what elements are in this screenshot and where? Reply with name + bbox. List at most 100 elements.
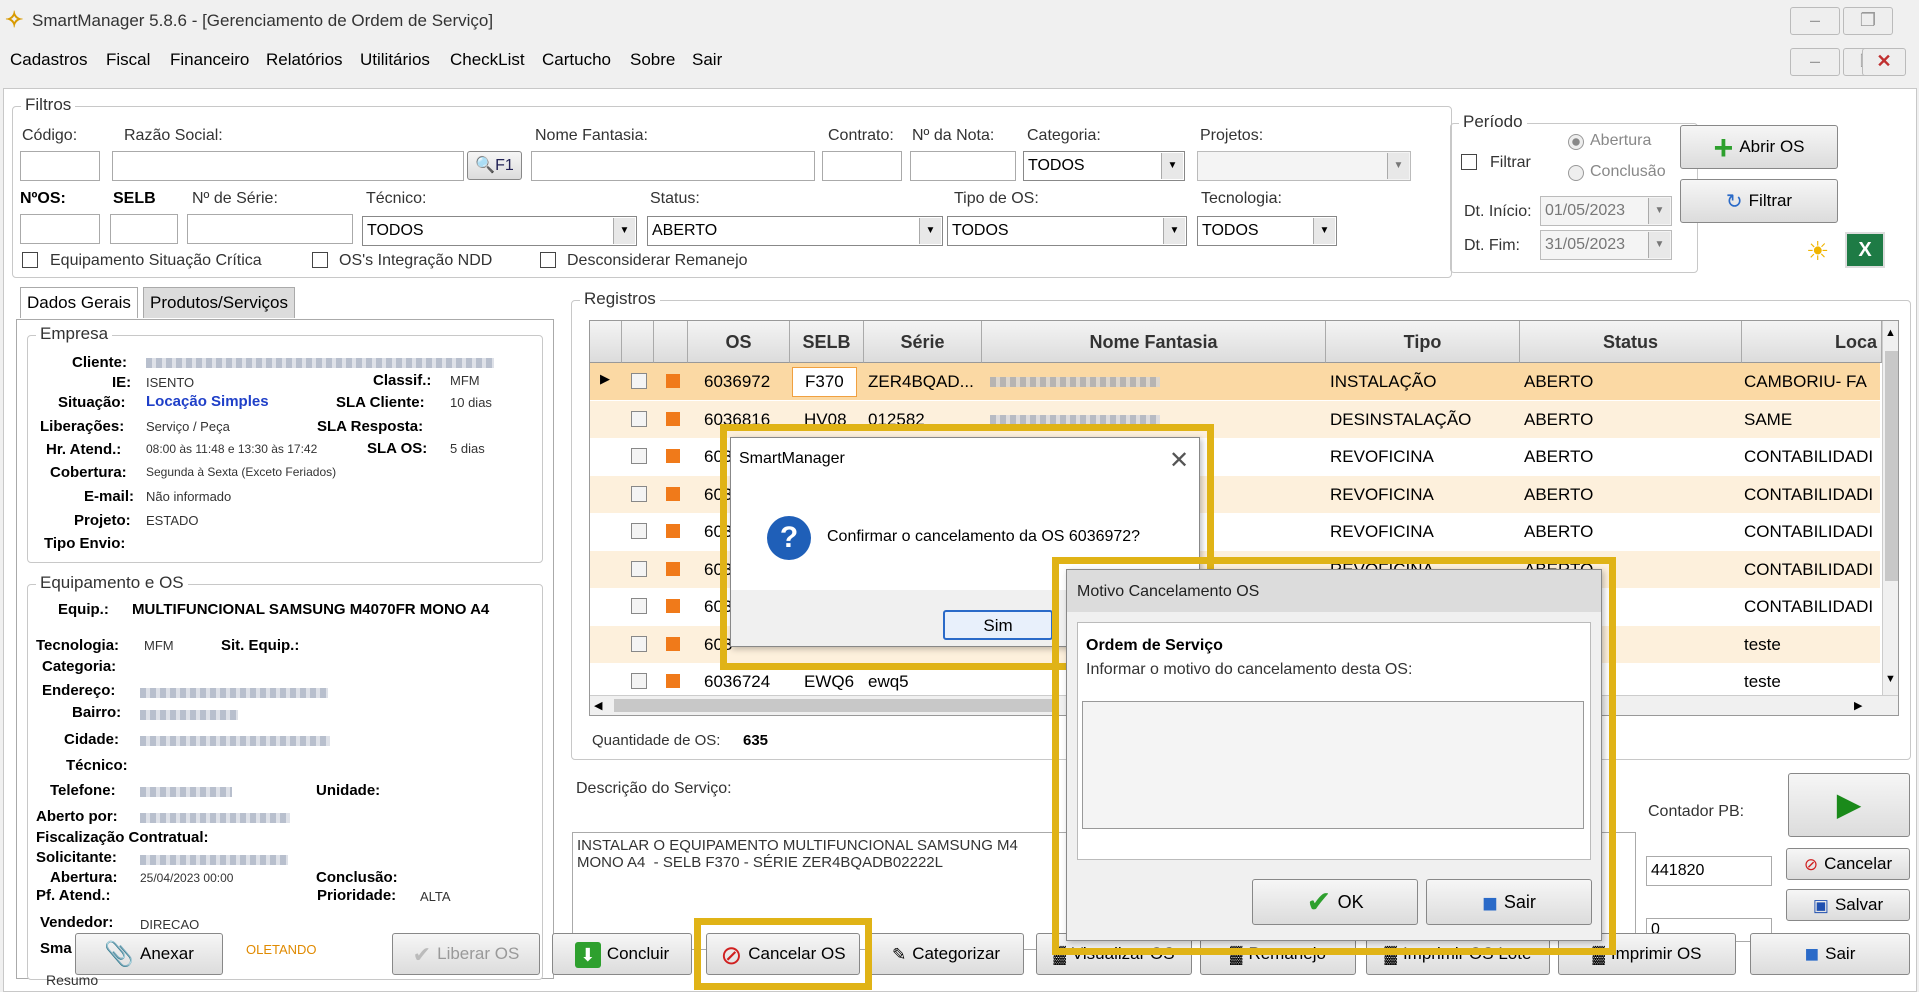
menu-sair[interactable]: Sair [692, 50, 722, 70]
bairro-value-redacted [140, 710, 238, 720]
tab-produtos-servicos[interactable]: Produtos/Serviços [143, 287, 295, 318]
excel-export-icon[interactable]: X [1845, 232, 1885, 268]
dt-fim-picker[interactable]: 31/05/2023 ▼ [1540, 230, 1672, 260]
codigo-input[interactable] [20, 151, 100, 181]
remanejo-checkbox[interactable] [540, 252, 556, 268]
row-checkbox[interactable] [631, 448, 647, 464]
window-title: SmartManager 5.8.6 - [Gerenciamento de O… [32, 11, 494, 30]
sair-button[interactable]: ■ Sair [1750, 933, 1910, 975]
contador-pb-input[interactable]: 441820 [1646, 856, 1772, 886]
row-checkbox[interactable] [631, 598, 647, 614]
grid-cell-tipo: REVOFICINA [1330, 484, 1434, 504]
grid-header-nome-fantasia[interactable]: Nome Fantasia [982, 321, 1326, 363]
conclusao-radio[interactable] [1568, 165, 1584, 181]
tipo-os-select[interactable]: TODOS ▼ [947, 216, 1187, 246]
filtrar-button[interactable]: ↻ Filtrar [1680, 179, 1838, 223]
nota-input[interactable] [910, 151, 1016, 181]
menu-cartucho[interactable]: Cartucho [542, 50, 611, 70]
selb-input[interactable] [110, 214, 178, 244]
categorizar-button[interactable]: ✎ Categorizar [868, 933, 1024, 975]
situacao-value: Locação Simples [146, 393, 269, 410]
periodo-filtrar-checkbox[interactable] [1461, 154, 1477, 170]
dt-inicio-picker[interactable]: 01/05/2023 ▼ [1540, 196, 1672, 226]
minimize-icon[interactable]: – [1790, 7, 1840, 35]
scroll-right-icon[interactable]: ▶ [1854, 699, 1862, 712]
sair-label: Sair [1825, 944, 1856, 963]
row-status-marker [666, 636, 680, 651]
abertura-radio[interactable] [1568, 134, 1584, 150]
anexar-button[interactable]: 📎 Anexar [75, 933, 223, 975]
razao-social-input[interactable] [112, 151, 464, 181]
row-checkbox[interactable] [631, 523, 647, 539]
menu-relatorios[interactable]: Relatórios [266, 50, 343, 70]
row-checkbox[interactable] [631, 673, 647, 689]
scroll-down-icon[interactable]: ▼ [1885, 673, 1897, 685]
table-row[interactable]: ▶ 6036972 F370 ZER4BQAD... INSTALAÇÃO ABERTO C… [590, 363, 1880, 400]
status-label: Status: [650, 190, 700, 207]
grid-header-status[interactable]: Status [1520, 321, 1742, 363]
exit-door-icon: ■ [1804, 940, 1820, 968]
side-salvar-button[interactable]: ▣ Salvar [1786, 889, 1910, 921]
vertical-scrollbar[interactable]: ▲ ▼ [1882, 321, 1898, 695]
row-checkbox[interactable] [631, 410, 647, 427]
ndd-checkbox[interactable] [312, 252, 328, 268]
row-checkbox[interactable] [631, 485, 647, 502]
row-checkbox[interactable] [631, 635, 647, 652]
grid-cell-local: CONTABILIDADI [1744, 522, 1874, 541]
menu-sobre[interactable]: Sobre [630, 50, 675, 70]
play-button[interactable]: ▶ [1788, 773, 1910, 837]
grid-header-serie[interactable]: Série [864, 321, 982, 363]
grid-header-tipo[interactable]: Tipo [1326, 321, 1520, 363]
liberar-os-button[interactable]: ✔ Liberar OS [392, 933, 540, 975]
grid-cell-serie: ewq5 [868, 672, 909, 691]
row-status-marker [666, 524, 680, 538]
scroll-left-icon[interactable]: ◀ [594, 699, 602, 712]
ie-value: ISENTO [146, 375, 195, 390]
tipo-os-label: Tipo de OS: [954, 190, 1039, 207]
menu-cadastros[interactable]: Cadastros [10, 50, 87, 70]
tipo-os-value: TODOS [952, 222, 1009, 239]
grid-header-os[interactable]: OS [688, 321, 790, 363]
serie-input[interactable] [187, 214, 353, 244]
tab-dados-gerais[interactable]: Dados Gerais [20, 287, 138, 318]
tecnologia-select[interactable]: TODOS ▼ [1197, 216, 1337, 246]
scroll-up-icon[interactable]: ▲ [1885, 327, 1897, 339]
menu-financeiro[interactable]: Financeiro [170, 50, 249, 70]
grid-cell-tipo: REVOFICINA [1330, 447, 1434, 466]
grid-header-selb[interactable]: SELB [790, 321, 864, 363]
h-scroll-thumb[interactable] [614, 699, 1054, 712]
periodo-label: Período [1459, 112, 1527, 132]
projetos-select[interactable]: ▼ [1197, 151, 1411, 181]
nome-fantasia-input[interactable] [531, 151, 815, 181]
status-select[interactable]: ABERTO ▼ [647, 216, 943, 246]
tecnico-select[interactable]: TODOS ▼ [362, 216, 637, 246]
ndd-label: OS's Integração NDD [339, 252, 493, 269]
row-checkbox[interactable] [631, 373, 647, 389]
contrato-label: Contrato: [828, 127, 894, 144]
grid-header-indicator [590, 321, 622, 363]
f1-search-button[interactable]: 🔍F1 [467, 151, 522, 180]
grid-cell-local: CONTABILIDADI [1744, 447, 1874, 466]
categoria-select[interactable]: TODOS ▼ [1023, 151, 1185, 181]
scroll-thumb[interactable] [1885, 351, 1898, 581]
grid-cell-serie: ZER4BQAD... [868, 372, 974, 391]
grid-cell-selb: F370 [792, 367, 857, 397]
bairro-label: Bairro: [72, 704, 122, 721]
search-icon: 🔍 [475, 157, 496, 174]
play-icon: ▶ [1836, 786, 1862, 822]
aberto-por-label: Aberto por: [36, 808, 118, 825]
grid-header-local[interactable]: Loca [1742, 321, 1882, 363]
nos-input[interactable] [20, 214, 100, 244]
contrato-input[interactable] [822, 151, 902, 181]
menu-utilitarios[interactable]: Utilitários [360, 50, 430, 70]
concluir-button[interactable]: ⬇ Concluir [552, 933, 692, 975]
nome-fantasia-redacted [990, 414, 1160, 425]
menu-checklist[interactable]: CheckList [450, 50, 525, 70]
side-cancelar-button[interactable]: ⊘ Cancelar [1786, 848, 1910, 880]
abrir-os-button[interactable]: + Abrir OS [1680, 125, 1838, 169]
menu-fiscal[interactable]: Fiscal [106, 50, 150, 70]
lightbulb-icon[interactable]: ☀ [1806, 236, 1829, 266]
row-checkbox[interactable] [631, 560, 647, 577]
critica-checkbox[interactable] [22, 252, 38, 268]
restore-icon[interactable]: ❐ [1843, 7, 1893, 35]
